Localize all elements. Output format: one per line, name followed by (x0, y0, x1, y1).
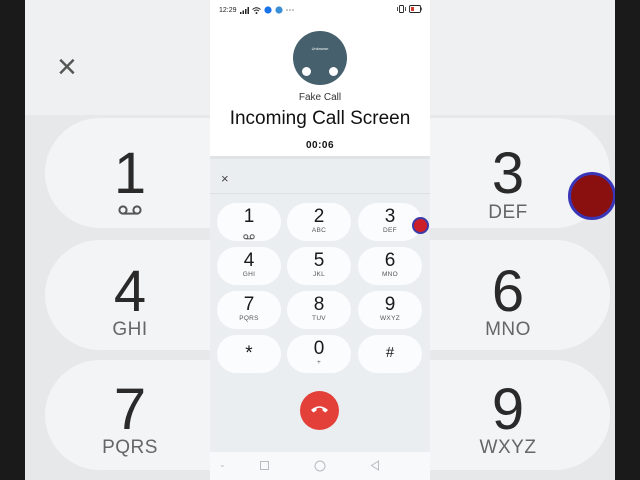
dial-key-letters: TUV (312, 315, 326, 322)
wifi-icon (252, 6, 261, 14)
vibrate-icon (397, 5, 406, 13)
dial-key-letters: ABC (311, 227, 327, 234)
dial-key-letters: JKL (312, 271, 326, 278)
dial-key-hash[interactable]: # (358, 335, 422, 373)
background-key-number: 9 (491, 377, 525, 442)
background-key-letters: GHI (112, 319, 148, 340)
status-bar: 12:29 (210, 0, 430, 22)
background-close-icon: × (57, 48, 77, 86)
navigation-bar: ⌄ (210, 452, 430, 480)
dial-key-number: 8 (313, 294, 325, 315)
background-touch-indicator (568, 172, 615, 220)
dial-key-number: 4 (243, 250, 255, 271)
dial-key-0[interactable]: 0 + (287, 335, 351, 373)
dial-key-letters: MNO (381, 271, 399, 278)
status-time: 12:29 (219, 7, 237, 14)
back-chevron-icon[interactable]: ⌄ (219, 460, 226, 469)
dial-key-8[interactable]: 8 TUV (287, 291, 351, 329)
close-dialpad-icon[interactable]: × (221, 171, 229, 186)
dialpad: × 1 2 ABC 3 DEF 4 GHI 5 JKL 6 MNO 7 PQRS… (210, 156, 430, 452)
background-key-number: 3 (491, 141, 525, 206)
end-call-icon (311, 406, 328, 413)
phone-screen: 12:29 Unknown Fake Call Incoming Call Sc… (210, 0, 430, 480)
dialpad-divider (210, 193, 430, 194)
touch-indicator (412, 217, 429, 234)
dial-key-2[interactable]: 2 ABC (287, 203, 351, 241)
dial-key-number: # (385, 344, 395, 361)
dial-key-number: 6 (384, 250, 396, 271)
call-timer: 00:06 (305, 140, 335, 151)
dial-key-number: 5 (313, 250, 325, 271)
dial-key-number: 0 (313, 338, 325, 359)
notification-icon (275, 6, 283, 14)
dial-key-number: 7 (243, 294, 255, 315)
screen-recording-frame: × 1 4 GHI 7 PQRS 3 DEF 6 MNO 9 WXYZ 12:2… (0, 0, 640, 480)
dial-key-1[interactable]: 1 (217, 203, 281, 241)
dial-key-letters: + (316, 359, 322, 366)
caller-avatar: Unknown (293, 31, 347, 85)
background-key-letters: DEF (488, 202, 528, 223)
voicemail-icon (243, 234, 255, 240)
answer-call-mini-icon (302, 67, 311, 76)
caller-label: Fake Call (298, 92, 342, 103)
background-zoom-right: 3 DEF 6 MNO 9 WXYZ (430, 0, 615, 480)
dial-key-letters: GHI (242, 271, 256, 278)
status-right-icons (397, 5, 422, 13)
recents-square-icon[interactable] (260, 461, 269, 470)
back-triangle-icon[interactable] (370, 460, 380, 471)
background-key-number: 4 (113, 259, 147, 324)
dial-key-letters: WXYZ (380, 315, 400, 322)
background-zoom-left: × 1 4 GHI 7 PQRS (25, 0, 210, 480)
background-key-number: 7 (113, 377, 147, 442)
background-key-letters: WXYZ (479, 437, 537, 458)
dial-key-5[interactable]: 5 JKL (287, 247, 351, 285)
more-icon (286, 9, 294, 11)
home-circle-icon[interactable] (314, 460, 326, 472)
dial-key-number: * (245, 343, 253, 364)
avatar-caller-name: Unknown (311, 46, 329, 51)
notification-icon (264, 6, 272, 14)
dial-key-number: 2 (313, 206, 325, 227)
dial-key-number: 9 (384, 294, 396, 315)
dial-key-4[interactable]: 4 GHI (217, 247, 281, 285)
dial-key-letters: PQRS (239, 315, 259, 322)
end-call-button[interactable] (300, 391, 339, 430)
dial-key-star[interactable]: * (217, 335, 281, 373)
background-key-letters: MNO (485, 319, 531, 340)
background-key-number: 1 (113, 141, 147, 206)
background-key-number: 6 (491, 259, 525, 324)
decline-call-mini-icon (329, 67, 338, 76)
dial-key-number: 1 (243, 206, 255, 227)
battery-icon (409, 5, 422, 13)
dial-key-6[interactable]: 6 MNO (358, 247, 422, 285)
dial-key-7[interactable]: 7 PQRS (217, 291, 281, 329)
dial-key-9[interactable]: 9 WXYZ (358, 291, 422, 329)
status-left-icons (240, 6, 294, 14)
background-voicemail-icon (118, 205, 142, 215)
background-key-letters: PQRS (102, 437, 158, 458)
call-title: Incoming Call Screen (229, 108, 411, 129)
signal-icon (240, 6, 249, 14)
